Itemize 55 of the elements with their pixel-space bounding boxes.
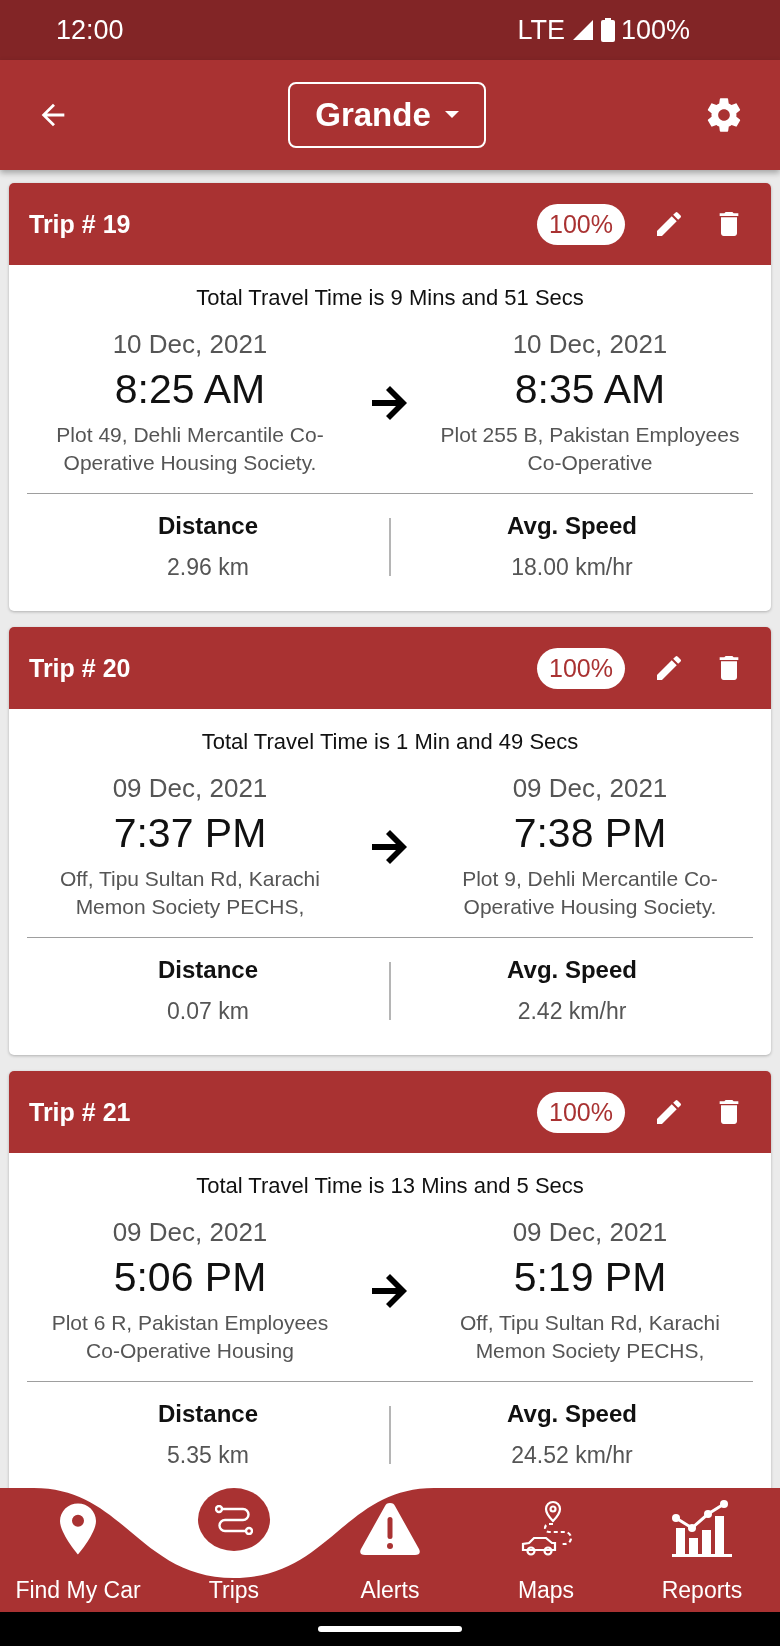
bar-chart-icon (672, 1500, 732, 1558)
route-icon (215, 1504, 253, 1535)
start-time: 8:25 AM (114, 366, 266, 413)
travel-time: Total Travel Time is 9 Mins and 51 Secs (195, 285, 585, 311)
end-time: 7:38 PM (513, 810, 667, 857)
nav-tab[interactable]: Find My Car (0, 1488, 156, 1612)
stat-label: Distance (157, 956, 258, 984)
vehicle-dropdown[interactable]: Grande (288, 82, 486, 148)
travel-time: Total Travel Time is 1 Min and 49 Secs (200, 729, 580, 755)
end-time: 8:35 AM (514, 366, 666, 413)
stat-label: Distance (157, 512, 258, 540)
distance-value: 2.96 km (167, 554, 249, 581)
trip-title: Trip # 21 (29, 1097, 132, 1127)
stat-label: Avg. Speed (507, 1400, 637, 1428)
start-address: Plot 6 R, Pakistan Employees Co-Operative Housing (50, 1310, 330, 1364)
network-type: LTE (517, 14, 565, 46)
trip-title: Trip # 19 (29, 209, 132, 239)
percent-badge: 100% (537, 1091, 625, 1133)
start-time: 7:37 PM (113, 810, 267, 857)
end-address: Off, Tipu Sultan Rd, Karachi Memon Society PECHS, (459, 1310, 721, 1364)
distance-value: 5.35 km (167, 1442, 249, 1469)
speed-value: 18.00 km/hr (511, 554, 633, 581)
start-address: Off, Tipu Sultan Rd, Karachi Memon Society PECHS, (59, 866, 321, 920)
trip-title: Trip # 20 (29, 653, 132, 683)
caret-icon (444, 111, 459, 119)
end-address: Plot 9, Dehli Mercantile Co-Operative Housing Society. (461, 866, 719, 920)
start-date: 09 Dec, 2021 (112, 773, 268, 804)
stat-label: Avg. Speed (507, 956, 637, 984)
end-time: 5:19 PM (513, 1254, 667, 1301)
nav-tab[interactable]: Reports (624, 1488, 780, 1612)
nav-tab[interactable]: Maps (468, 1488, 624, 1612)
start-date: 10 Dec, 2021 (112, 329, 268, 360)
end-date: 10 Dec, 2021 (512, 329, 668, 360)
warning-icon (359, 1501, 421, 1557)
battery-icon (600, 18, 615, 42)
end-date: 09 Dec, 2021 (512, 773, 668, 804)
travel-time: Total Travel Time is 13 Mins and 5 Secs (195, 1173, 585, 1199)
nav-tab[interactable]: Alerts (312, 1488, 468, 1612)
stat-label: Distance (157, 1400, 258, 1428)
location-pin-icon (60, 1503, 96, 1555)
speed-value: 2.42 km/hr (517, 998, 627, 1025)
start-date: 09 Dec, 2021 (112, 1217, 268, 1248)
end-date: 09 Dec, 2021 (512, 1217, 668, 1248)
battery-percent: 100% (620, 14, 690, 46)
percent-badge: 100% (537, 203, 625, 245)
speed-value: 24.52 km/hr (511, 1442, 633, 1469)
clock: 12:00 (56, 14, 124, 46)
start-time: 5:06 PM (113, 1254, 267, 1301)
car-route-icon (519, 1500, 573, 1558)
distance-value: 0.07 km (167, 998, 249, 1025)
percent-badge: 100% (537, 647, 625, 689)
stat-label: Avg. Speed (507, 512, 637, 540)
nav-tab[interactable]: Trips (156, 1488, 312, 1612)
end-address: Plot 255 B, Pakistan Employees Co-Operative (439, 422, 741, 476)
start-address: Plot 49, Dehli Mercantile Co-Operative Housing Society. (55, 422, 325, 476)
